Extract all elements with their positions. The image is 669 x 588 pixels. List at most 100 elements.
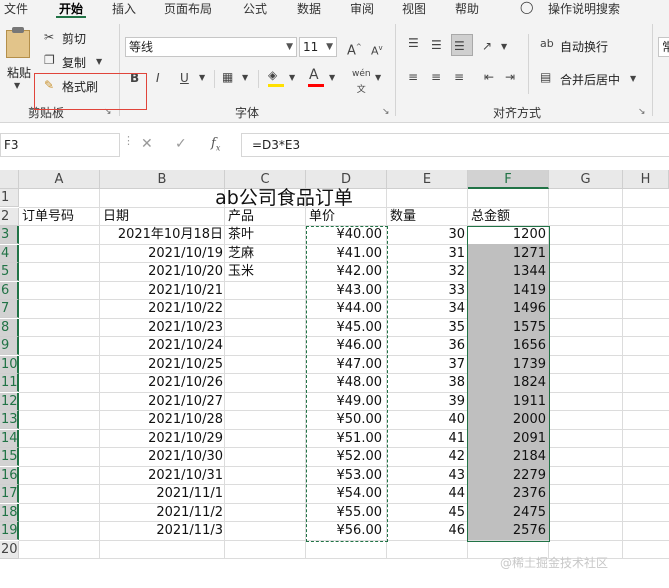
borders-dropdown-icon[interactable]: ▼ bbox=[242, 70, 248, 86]
row-header[interactable]: 6 bbox=[0, 281, 19, 300]
column-header-a[interactable]: A bbox=[19, 170, 100, 189]
fill-color-icon[interactable]: ◈ bbox=[268, 67, 277, 83]
increase-font-icon[interactable]: A^ bbox=[347, 39, 362, 59]
date-cell[interactable]: 2021年10月18日 bbox=[102, 226, 223, 244]
quantity-cell[interactable]: 40 bbox=[389, 411, 465, 429]
row-header[interactable]: 15 bbox=[0, 448, 19, 466]
column-header-f[interactable]: F bbox=[468, 170, 549, 189]
row-header[interactable]: 10 bbox=[0, 355, 19, 374]
column-title-cell[interactable]: 日期 bbox=[103, 208, 222, 226]
copy-dropdown-icon[interactable]: ▼ bbox=[96, 54, 102, 70]
row-header[interactable]: 5 bbox=[0, 263, 19, 281]
product-cell[interactable] bbox=[228, 411, 303, 429]
quantity-cell[interactable]: 44 bbox=[389, 485, 465, 503]
italic-button[interactable]: I bbox=[156, 70, 160, 86]
quantity-cell[interactable]: 45 bbox=[389, 504, 465, 522]
row-header[interactable]: 20 bbox=[0, 540, 19, 559]
column-title-cell[interactable]: 总金额 bbox=[471, 208, 546, 226]
row-header[interactable]: 3 bbox=[0, 226, 19, 244]
quantity-cell[interactable]: 46 bbox=[389, 522, 465, 540]
date-cell[interactable]: 2021/10/19 bbox=[102, 245, 223, 263]
quantity-cell[interactable]: 35 bbox=[389, 319, 465, 337]
phonetic-guide-icon[interactable]: wén 文 bbox=[352, 66, 371, 98]
formula-input[interactable]: =D3*E3 bbox=[241, 133, 669, 157]
product-cell[interactable]: 茶叶 bbox=[228, 226, 303, 244]
tab-formulas[interactable]: 公式 bbox=[243, 0, 267, 17]
date-cell[interactable]: 2021/10/27 bbox=[102, 393, 223, 411]
spreadsheet-grid[interactable]: A B C D E F G H 1 2 3 4 5 6 7 8 9 10 11 12 13 14 15 16 1… bbox=[0, 170, 669, 588]
quantity-cell[interactable]: 33 bbox=[389, 282, 465, 300]
merge-dropdown-icon[interactable]: ▼ bbox=[630, 71, 636, 87]
copy-button[interactable]: 复制 bbox=[62, 54, 86, 71]
row-header[interactable]: 11 bbox=[0, 374, 19, 392]
font-color-dropdown-icon[interactable]: ▼ bbox=[329, 70, 335, 86]
row-header[interactable]: 9 bbox=[0, 337, 19, 355]
product-cell[interactable] bbox=[228, 522, 303, 540]
quantity-cell[interactable]: 37 bbox=[389, 356, 465, 374]
date-cell[interactable]: 2021/10/31 bbox=[102, 467, 223, 485]
font-launcher-icon[interactable]: ↘ bbox=[382, 107, 390, 117]
product-cell[interactable] bbox=[228, 356, 303, 374]
date-cell[interactable]: 2021/10/20 bbox=[102, 263, 223, 281]
wrap-text-button[interactable]: 自动换行 bbox=[560, 38, 608, 55]
underline-button[interactable]: U bbox=[180, 70, 189, 86]
quantity-cell[interactable]: 38 bbox=[389, 374, 465, 392]
select-all-corner[interactable] bbox=[0, 170, 19, 189]
date-cell[interactable]: 2021/10/25 bbox=[102, 356, 223, 374]
row-header[interactable]: 14 bbox=[0, 429, 19, 448]
date-cell[interactable]: 2021/11/3 bbox=[102, 522, 223, 540]
row-header[interactable]: 13 bbox=[0, 411, 19, 429]
enter-check-icon[interactable]: ✓ bbox=[175, 136, 187, 152]
alignment-launcher-icon[interactable]: ↘ bbox=[638, 107, 646, 117]
row-header[interactable]: 18 bbox=[0, 503, 19, 522]
product-cell[interactable]: 芝麻 bbox=[228, 245, 303, 263]
merge-center-icon[interactable]: ▤ bbox=[540, 69, 551, 85]
column-title-cell[interactable]: 数量 bbox=[390, 208, 465, 226]
decrease-indent-icon[interactable]: ⇤ bbox=[484, 69, 494, 85]
tab-help[interactable]: 帮助 bbox=[455, 0, 479, 17]
orientation-dropdown-icon[interactable]: ▼ bbox=[501, 39, 507, 55]
borders-icon[interactable]: ▦ bbox=[222, 69, 233, 85]
product-cell[interactable] bbox=[228, 337, 303, 355]
product-cell[interactable] bbox=[228, 393, 303, 411]
product-cell[interactable] bbox=[228, 485, 303, 503]
column-header-h[interactable]: H bbox=[623, 170, 669, 189]
quantity-cell[interactable]: 36 bbox=[389, 337, 465, 355]
row-header[interactable]: 8 bbox=[0, 318, 19, 337]
product-cell[interactable] bbox=[228, 300, 303, 318]
underline-dropdown-icon[interactable]: ▼ bbox=[199, 70, 205, 86]
tab-file[interactable]: 文件 bbox=[4, 0, 28, 17]
align-center-icon[interactable]: ≡ bbox=[431, 69, 441, 85]
paste-icon[interactable] bbox=[6, 27, 30, 58]
row-header[interactable]: 2 bbox=[0, 207, 19, 226]
product-cell[interactable] bbox=[228, 467, 303, 485]
date-cell[interactable]: 2021/10/26 bbox=[102, 374, 223, 392]
scissors-icon[interactable]: ✂ bbox=[44, 29, 54, 45]
row-header[interactable]: 12 bbox=[0, 392, 19, 411]
quantity-cell[interactable]: 42 bbox=[389, 448, 465, 466]
row-header[interactable]: 4 bbox=[0, 244, 19, 263]
product-cell[interactable] bbox=[228, 319, 303, 337]
date-cell[interactable]: 2021/10/30 bbox=[102, 448, 223, 466]
align-middle-icon[interactable]: ☰ bbox=[431, 37, 442, 53]
product-cell[interactable]: 玉米 bbox=[228, 263, 303, 281]
paste-dropdown-icon[interactable]: ▼ bbox=[14, 78, 20, 94]
orientation-icon[interactable]: ↗ bbox=[482, 38, 492, 54]
cut-button[interactable]: 剪切 bbox=[62, 30, 86, 47]
font-color-icon[interactable]: A bbox=[309, 67, 319, 83]
quantity-cell[interactable]: 34 bbox=[389, 300, 465, 318]
tab-insert[interactable]: 插入 bbox=[112, 0, 136, 17]
fill-color-dropdown-icon[interactable]: ▼ bbox=[289, 70, 295, 86]
row-header[interactable]: 7 bbox=[0, 300, 19, 318]
column-header-e[interactable]: E bbox=[387, 170, 468, 189]
column-title-cell[interactable]: 订单号码 bbox=[22, 208, 97, 226]
phonetic-dropdown-icon[interactable]: ▼ bbox=[375, 70, 381, 86]
insert-function-icon[interactable]: fx bbox=[211, 136, 220, 153]
quantity-cell[interactable]: 39 bbox=[389, 393, 465, 411]
quantity-cell[interactable]: 31 bbox=[389, 245, 465, 263]
row-header[interactable]: 17 bbox=[0, 485, 19, 503]
cancel-icon[interactable]: ✕ bbox=[141, 136, 153, 152]
tab-home[interactable]: 开始 bbox=[59, 0, 83, 17]
row-header[interactable]: 19 bbox=[0, 522, 19, 540]
align-top-icon[interactable]: ☰ bbox=[408, 35, 419, 51]
